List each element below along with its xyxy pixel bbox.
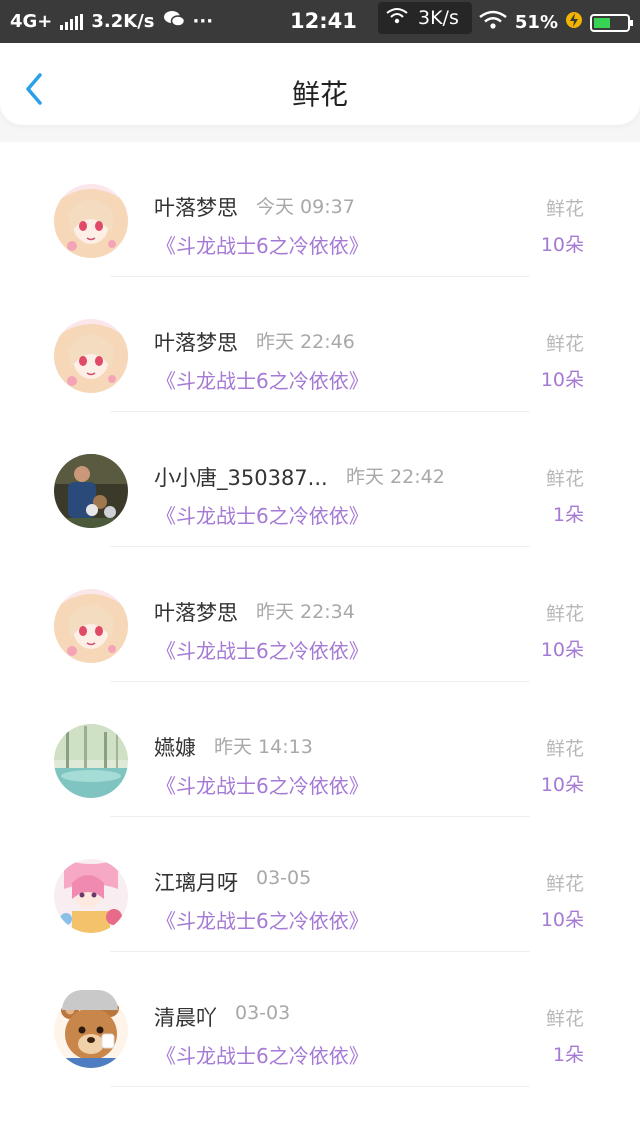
network-type: 4G+ [10,11,53,32]
timestamp: 昨天 22:46 [256,331,355,353]
more-notifications: ··· [192,11,214,32]
gift-type: 鲜花 [545,738,584,760]
timestamp: 昨天 14:13 [214,736,313,758]
charging-icon [566,11,582,34]
flower-list: 叶落梦思 今天 09:37 《斗龙战士6之冷依依》 鲜花 10朵 叶落梦思 昨天 22:46… [0,142,640,1138]
avatar-partial [62,990,118,1010]
nav-bar: 鲜花 [0,43,640,125]
gift-count: 10朵 [540,774,584,796]
network-speed: 3.2K/s [91,11,155,32]
timestamp: 03-03 [235,1002,291,1024]
book-title[interactable]: 《斗龙战士6之冷依依》 [156,365,369,394]
avatar[interactable] [54,589,128,663]
gift-type: 鲜花 [545,1008,584,1030]
gift-type: 鲜花 [545,198,584,220]
gift-type: 鲜花 [545,603,584,625]
gift-type: 鲜花 [545,333,584,355]
avatar[interactable] [54,319,128,393]
gift-count: 1朵 [552,1044,584,1066]
user-name: 清晨吖 [154,1006,217,1030]
list-item[interactable]: 嬿嫝 昨天 14:13 《斗龙战士6之冷依依》 鲜花 10朵 [0,682,640,817]
gift-type: 鲜花 [545,873,584,895]
user-name: 嬿嫝 [154,736,196,760]
gift-count: 1朵 [552,504,584,526]
gift-count: 10朵 [540,909,584,931]
gift-count: 10朵 [540,234,584,256]
wifi-icon [479,10,507,35]
gift-type: 鲜花 [545,468,584,490]
wechat-icon [163,10,185,33]
timestamp: 03-05 [256,867,312,889]
avatar[interactable] [54,859,128,933]
avatar[interactable] [54,184,128,258]
avatar[interactable] [54,724,128,798]
list-item[interactable]: 叶落梦思 今天 09:37 《斗龙战士6之冷依依》 鲜花 10朵 [0,142,640,277]
timestamp: 今天 09:37 [256,196,355,218]
wifi-icon [386,7,408,30]
list-item[interactable]: 叶落梦思 昨天 22:34 《斗龙战士6之冷依依》 鲜花 10朵 [0,547,640,682]
list-item[interactable]: 小小唐_350387... 昨天 22:42 《斗龙战士6之冷依依》 鲜花 1朵 [0,412,640,547]
timestamp: 昨天 22:42 [346,466,445,488]
book-title[interactable]: 《斗龙战士6之冷依依》 [156,905,369,934]
list-item[interactable]: 江璃月呀 03-05 《斗龙战士6之冷依依》 鲜花 10朵 [0,817,640,952]
page-title: 鲜花 [291,78,348,111]
book-title[interactable]: 《斗龙战士6之冷依依》 [156,230,369,259]
divider [110,1086,530,1087]
book-title[interactable]: 《斗龙战士6之冷依依》 [156,1040,369,1069]
avatar[interactable] [54,454,128,528]
list-item[interactable]: 叶落梦思 昨天 22:46 《斗龙战士6之冷依依》 鲜花 10朵 [0,277,640,412]
user-name: 江璃月呀 [154,871,238,895]
user-name: 叶落梦思 [154,331,238,355]
book-title[interactable]: 《斗龙战士6之冷依依》 [156,770,369,799]
gift-count: 10朵 [540,639,584,661]
signal-icon [60,13,84,30]
clock: 12:41 [290,9,357,33]
book-title[interactable]: 《斗龙战士6之冷依依》 [156,500,369,529]
battery-icon [590,13,633,32]
list-item[interactable]: 清晨吖 03-03 《斗龙战士6之冷依依》 鲜花 1朵 [0,952,640,1087]
battery-percent: 51% [514,12,558,33]
speed-popup-value: 3K/s [418,7,459,29]
status-bar: 4G+ 3.2K/s ··· 12:41 3K/s 51% [0,0,640,43]
speed-popup: 3K/s [378,2,472,34]
book-title[interactable]: 《斗龙战士6之冷依依》 [156,635,369,664]
user-name: 小小唐_350387... [154,466,328,490]
user-name: 叶落梦思 [154,196,238,220]
user-name: 叶落梦思 [154,601,238,625]
gift-count: 10朵 [540,369,584,391]
timestamp: 昨天 22:34 [256,601,355,623]
